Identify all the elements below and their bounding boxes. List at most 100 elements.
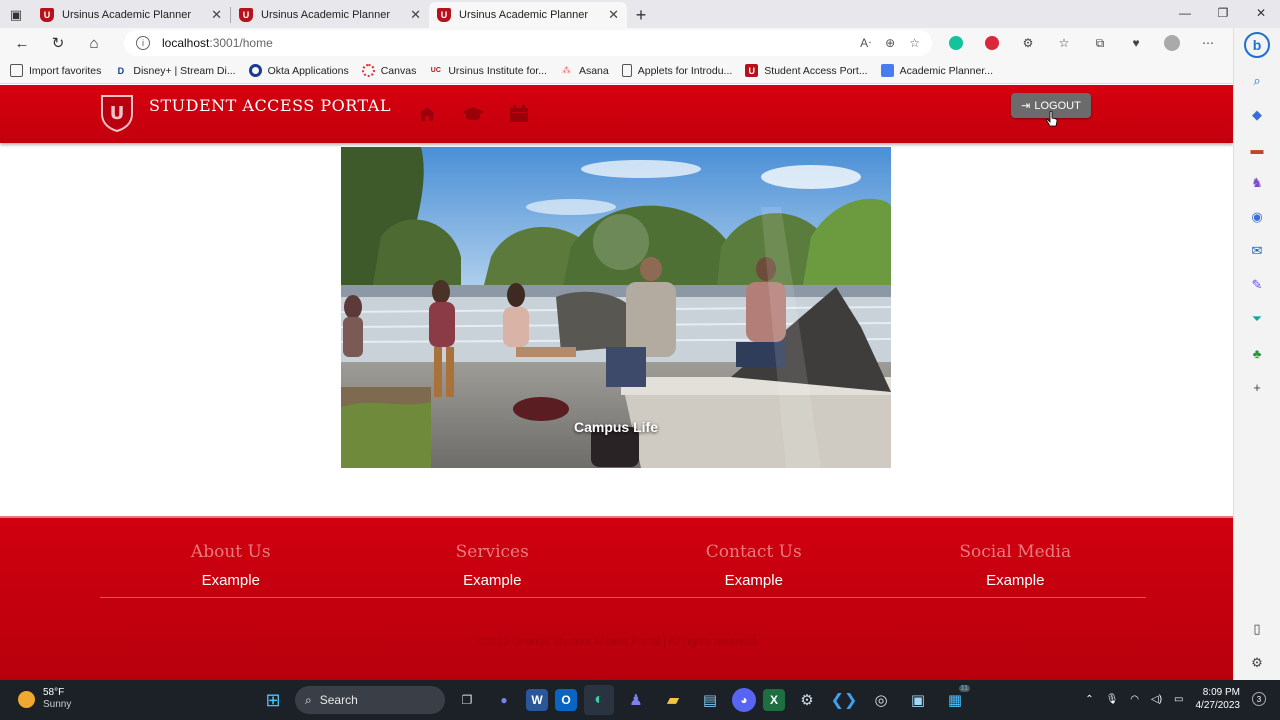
minimize-icon[interactable]: — <box>1166 0 1204 26</box>
excel-icon[interactable]: X <box>763 689 785 711</box>
browser-essentials-icon[interactable]: ♥ <box>1118 29 1154 57</box>
refresh-icon[interactable]: ↻ <box>40 29 76 57</box>
new-tab-button[interactable]: + <box>627 2 655 28</box>
clock-date: 4/27/2023 <box>1195 700 1241 711</box>
close-window-icon[interactable]: ✕ <box>1242 0 1280 26</box>
adblock-icon[interactable] <box>974 29 1010 57</box>
browser-tab-1[interactable]: U Ursinus Academic Planner ✕ <box>32 2 230 28</box>
docs-icon <box>880 64 894 77</box>
close-tab-icon[interactable]: ✕ <box>211 7 222 23</box>
sidebar-hide-icon[interactable]: ▯ <box>1242 612 1272 646</box>
bing-chat-icon[interactable]: b <box>1244 32 1270 58</box>
site-header: U STUDENT ACCESS PORTAL ⇥ LOGOUT <box>0 85 1233 143</box>
document-icon <box>621 64 632 77</box>
sidebar-office-icon[interactable]: ◉ <box>1242 200 1272 234</box>
footer-column-services: Services Example <box>362 542 624 589</box>
ursinus-shield-logo[interactable]: U <box>100 94 134 132</box>
file-explorer-icon[interactable]: ▰ <box>658 685 688 715</box>
clock[interactable]: 8:09 PM 4/27/2023 <box>1196 686 1241 712</box>
favorite-item[interactable]: ⁂ Asana <box>560 64 609 77</box>
store-icon[interactable]: ▦ 11 <box>940 685 970 715</box>
grammarly-icon[interactable] <box>938 29 974 57</box>
favorite-item[interactable]: Okta Applications <box>248 64 349 77</box>
sidebar-designer-icon[interactable]: ✎ <box>1242 268 1272 302</box>
footer-link[interactable]: Example <box>100 572 362 589</box>
close-tab-icon[interactable]: ✕ <box>608 7 619 23</box>
site-info-icon[interactable]: i <box>136 36 150 50</box>
tab-title: Ursinus Academic Planner <box>261 9 391 21</box>
taskbar-search[interactable]: ⌕ Search <box>295 686 445 714</box>
footer-link[interactable]: Example <box>623 572 885 589</box>
sidebar-shopping-icon[interactable]: ◆ <box>1242 98 1272 132</box>
favorite-item[interactable]: Import favorites <box>10 64 101 77</box>
url-path: :3001/home <box>209 36 273 50</box>
chevron-up-icon[interactable]: ⌃ <box>1085 694 1093 705</box>
volume-icon[interactable]: ◁) <box>1151 694 1162 705</box>
footer-column-about: About Us Example <box>100 542 362 589</box>
calendar-icon[interactable] <box>507 103 531 125</box>
edge-sidebar: b ⌕ ◆ ▬ ♞ ◉ ✉ ✎ ⏷ ♣ + ▯ ⚙ <box>1233 28 1280 680</box>
browser-tab-3-active[interactable]: U Ursinus Academic Planner ✕ <box>429 2 627 28</box>
battery-icon[interactable]: ▭ <box>1174 694 1183 705</box>
profile-avatar-icon[interactable] <box>1154 29 1190 57</box>
edge-icon[interactable]: ◐ <box>584 685 614 715</box>
canvas-icon <box>361 64 375 77</box>
address-bar[interactable]: i localhost:3001/home Aᐧ ⊕ ☆ <box>124 30 932 56</box>
favorite-item[interactable]: U Student Access Port... <box>745 64 868 77</box>
sidebar-drop-icon[interactable]: ⏷ <box>1242 302 1272 336</box>
wifi-icon[interactable]: ◠ <box>1130 694 1139 705</box>
sidebar-settings-icon[interactable]: ⚙ <box>1242 646 1272 680</box>
sidebar-add-icon[interactable]: + <box>1242 370 1272 404</box>
discord-icon[interactable]: ◕ <box>732 688 756 712</box>
footer-column-social: Social Media Example <box>885 542 1147 589</box>
sidebar-search-icon[interactable]: ⌕ <box>1242 64 1272 98</box>
microphone-icon[interactable]: 🎙 <box>1106 694 1119 705</box>
start-icon[interactable]: ⊞ <box>258 685 288 715</box>
chat-icon[interactable]: ● <box>489 685 519 715</box>
sidebar-games-icon[interactable]: ♞ <box>1242 166 1272 200</box>
weather-desc: Sunny <box>43 699 72 710</box>
home-icon[interactable] <box>415 103 439 125</box>
steam-icon[interactable]: ⚙ <box>792 685 822 715</box>
read-aloud-icon[interactable]: Aᐧ <box>860 36 871 50</box>
more-menu-icon[interactable]: ⋯ <box>1190 29 1226 57</box>
close-tab-icon[interactable]: ✕ <box>410 7 421 23</box>
github-desktop-icon[interactable]: ◎ <box>866 685 896 715</box>
footer-link[interactable]: Example <box>362 572 624 589</box>
sidebar-tree-icon[interactable]: ♣ <box>1242 336 1272 370</box>
task-view-icon[interactable]: ❐ <box>452 685 482 715</box>
favorite-item[interactable]: Academic Planner... <box>880 64 993 77</box>
collections-icon[interactable]: ⧉ <box>1082 29 1118 57</box>
restore-icon[interactable]: ❐ <box>1204 0 1242 26</box>
tab-actions-icon[interactable]: ▣ <box>0 2 32 28</box>
favorite-item[interactable]: D Disney+ | Stream Di... <box>114 64 236 77</box>
browser-tab-2[interactable]: U Ursinus Academic Planner ✕ <box>231 2 429 28</box>
tab-title: Ursinus Academic Planner <box>459 9 589 21</box>
hero-image-carousel[interactable]: Campus Life <box>341 147 891 468</box>
outlook-icon[interactable]: O <box>555 689 577 711</box>
site-title[interactable]: STUDENT ACCESS PORTAL <box>149 96 391 115</box>
home-browser-icon[interactable]: ⌂ <box>76 29 112 57</box>
favorite-item[interactable]: Canvas <box>361 64 416 77</box>
ursinus-favicon-icon: U <box>437 8 451 22</box>
teams-icon[interactable]: ♟ <box>621 685 651 715</box>
sidebar-outlook-icon[interactable]: ✉ <box>1242 234 1272 268</box>
sidebar-tools-icon[interactable]: ▬ <box>1242 132 1272 166</box>
favorites-icon[interactable]: ☆ <box>1046 29 1082 57</box>
zoom-icon[interactable]: ⊕ <box>885 36 895 50</box>
word-icon[interactable]: W <box>526 689 548 711</box>
vscode-icon[interactable]: ❮❯ <box>829 685 859 715</box>
back-icon[interactable]: ← <box>4 29 40 57</box>
add-favorite-icon[interactable]: ☆ <box>909 36 920 50</box>
graduation-cap-icon[interactable] <box>461 103 485 125</box>
footer-link[interactable]: Example <box>885 572 1147 589</box>
footer-heading: Social Media <box>959 542 1072 562</box>
asana-icon: ⁂ <box>561 65 571 75</box>
favorite-item[interactable]: Applets for Introdu... <box>621 64 732 77</box>
extensions-icon[interactable]: ⚙ <box>1010 29 1046 57</box>
favorite-item[interactable]: UC Ursinus Institute for... <box>429 64 547 77</box>
notepad-icon[interactable]: ▤ <box>695 685 725 715</box>
weather-widget[interactable]: 58°F Sunny <box>18 687 71 711</box>
photos-icon[interactable]: ▣ <box>903 685 933 715</box>
notification-badge[interactable]: 3 <box>1252 692 1266 706</box>
